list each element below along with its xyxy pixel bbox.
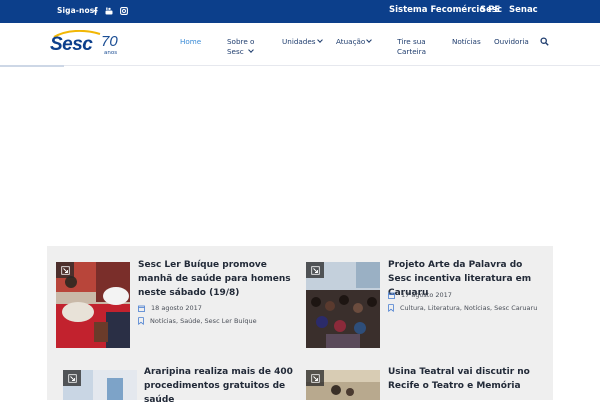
nav-ouvidoria-label: Ouvidoria — [494, 37, 529, 46]
calendar-icon — [388, 292, 395, 299]
link-icon — [63, 370, 81, 386]
nav-home[interactable]: Home — [180, 37, 201, 47]
nav-sobre-label-line1: Sobre o — [227, 37, 255, 46]
chevron-down-icon — [316, 37, 323, 43]
instagram-icon[interactable] — [120, 6, 128, 15]
nav-sobre-o-sesc[interactable]: Sobre o Sesc — [227, 37, 254, 57]
post-date: 17 agosto 2017 — [388, 291, 452, 299]
nav-unidades-label: Unidades — [282, 37, 316, 46]
post-title[interactable]: Araripina realiza mais de 400 procedimen… — [144, 365, 300, 407]
nav-home-label: Home — [180, 37, 202, 46]
youtube-icon[interactable] — [105, 6, 113, 15]
post-title[interactable]: Usina Teatral vai discutir no Recife o T… — [388, 365, 550, 393]
post-date-text: 17 agosto 2017 — [401, 291, 452, 299]
post-thumbnail[interactable] — [306, 370, 380, 400]
nav-atuacao-label: Atuação — [336, 37, 366, 46]
top-bar: Siga-nos! Sistema Fecomércio PE Sesc Sen… — [0, 0, 600, 23]
main-nav: Home Sobre o Sesc Unidades Atuação Tire … — [0, 23, 600, 66]
post-tags-text[interactable]: Notícias, Saúde, Sesc Ler Buíque — [150, 317, 257, 325]
post-date: 18 agosto 2017 — [138, 304, 202, 312]
facebook-icon[interactable] — [91, 6, 99, 15]
nav-carteira-label-line2: Carteira — [397, 47, 426, 56]
link-icon — [56, 262, 74, 278]
nav-noticias-label: Notícias — [452, 37, 481, 46]
nav-sobre-label-line2: Sesc — [227, 47, 244, 56]
sesc-link[interactable]: Sesc — [480, 5, 502, 15]
post-date-text: 18 agosto 2017 — [151, 304, 202, 312]
calendar-icon — [138, 305, 145, 312]
link-icon — [306, 370, 324, 386]
chevron-down-icon — [247, 47, 254, 53]
chevron-down-icon — [366, 37, 373, 43]
nav-unidades[interactable]: Unidades — [282, 37, 323, 47]
nav-noticias[interactable]: Notícias — [452, 37, 481, 47]
post-thumbnail[interactable] — [63, 370, 137, 400]
senac-link[interactable]: Senac — [509, 5, 538, 15]
nav-ouvidoria[interactable]: Ouvidoria — [494, 37, 529, 47]
nav-atuacao[interactable]: Atuação — [336, 37, 373, 47]
post-thumbnail[interactable] — [306, 262, 380, 348]
bookmark-icon — [138, 317, 144, 325]
post-tags: Cultura, Literatura, Notícias, Sesc Caru… — [388, 304, 537, 312]
post-title[interactable]: Sesc Ler Buíque promove manhã de saúde p… — [138, 258, 298, 300]
post-tags: Notícias, Saúde, Sesc Ler Buíque — [138, 317, 257, 325]
bookmark-icon — [388, 304, 394, 312]
link-icon — [306, 262, 324, 278]
post-thumbnail[interactable] — [56, 262, 130, 348]
post-tags-text[interactable]: Cultura, Literatura, Notícias, Sesc Caru… — [400, 304, 537, 312]
nav-tire-sua-carteira[interactable]: Tire sua Carteira — [397, 37, 426, 57]
search-button[interactable] — [535, 33, 553, 49]
nav-carteira-label-line1: Tire sua — [397, 37, 426, 46]
search-icon — [539, 36, 549, 46]
